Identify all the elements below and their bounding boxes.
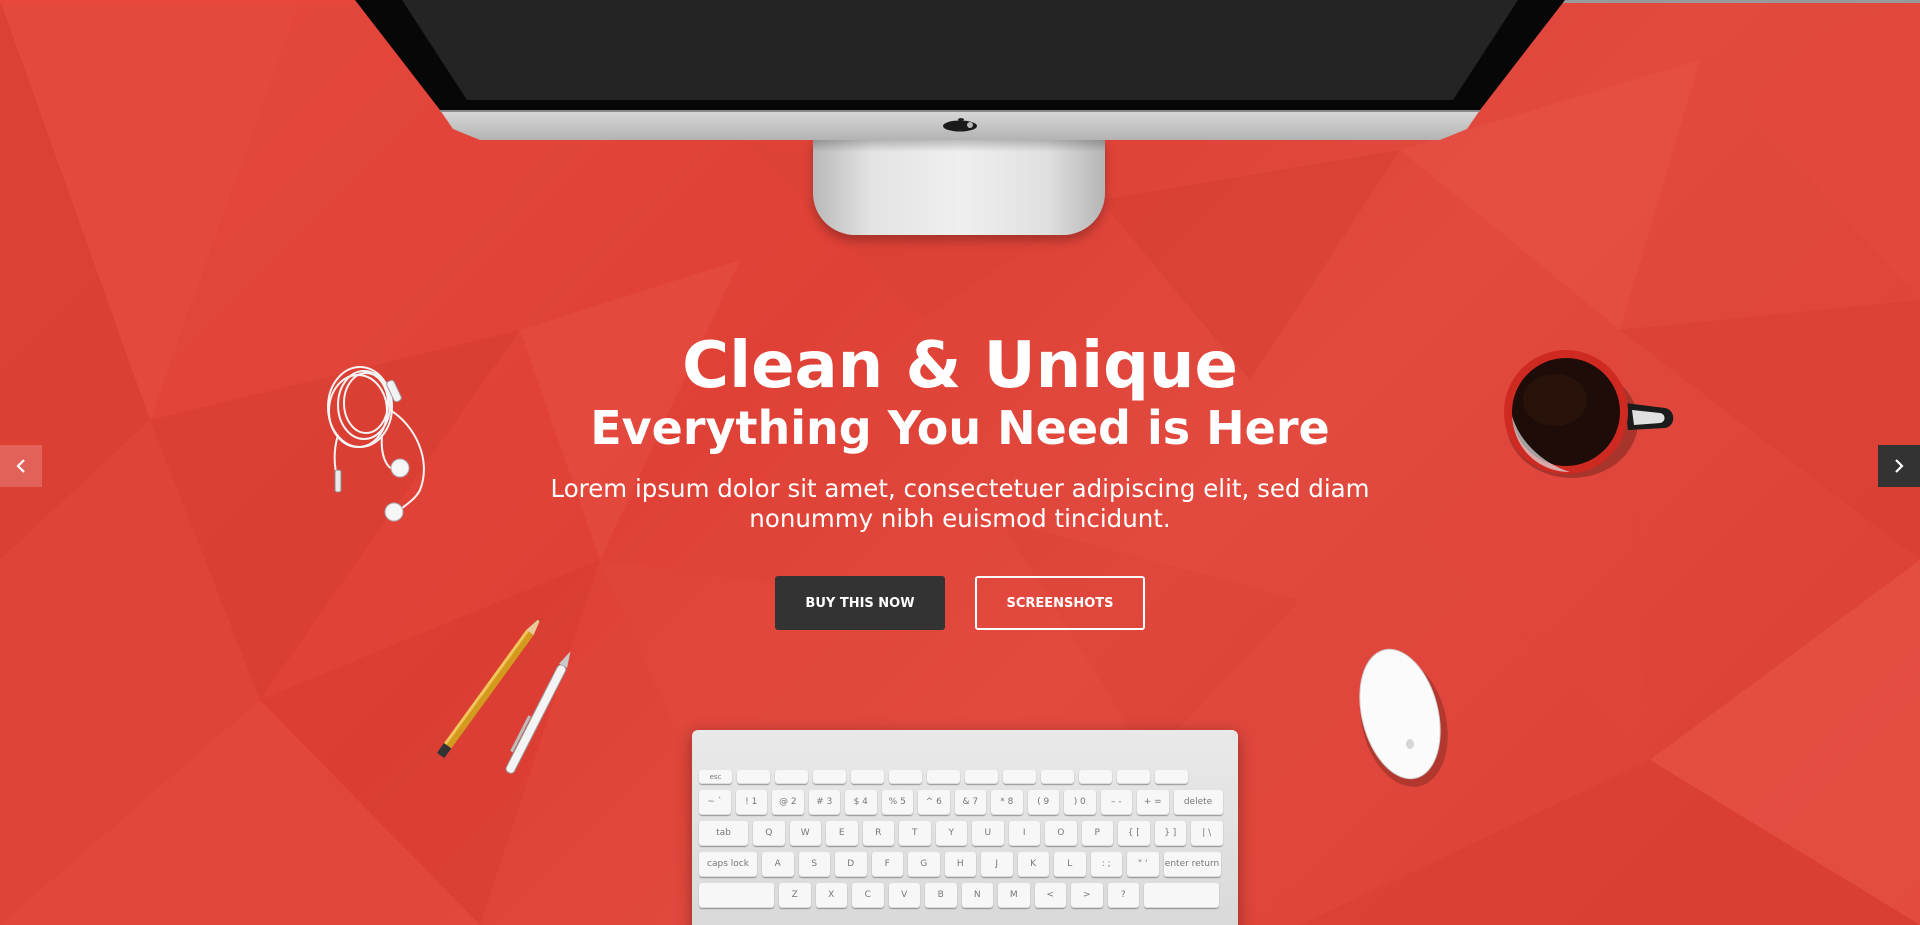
keyboard-key: – - [1100, 790, 1132, 815]
keyboard-key: T [899, 821, 931, 846]
keyboard-key: C [852, 883, 884, 908]
keyboard-key [889, 770, 922, 784]
hero-title: Clean & Unique [682, 329, 1238, 403]
chevron-left-icon [16, 459, 25, 473]
hero-content: Clean & Unique Everything You Need is He… [0, 330, 1920, 630]
keyboard-key: $ 4 [845, 790, 877, 815]
keyboard-key [1079, 770, 1112, 784]
keyboard-key: enter return [1163, 852, 1221, 877]
keyboard-image: esc ~ `! 1 @ 2 # 3 $ 4% 5 ^ 6 & 7 * 8( 9) 0– -… [692, 730, 1238, 925]
keyboard-key: I [1008, 821, 1040, 846]
keyboard-key: * 8 [991, 790, 1023, 815]
hero-buttons: BUY THIS NOW SCREENSHOTS [0, 576, 1920, 630]
keyboard-key: ^ 6 [918, 790, 950, 815]
hero-subtitle: Everything You Need is Here [590, 401, 1330, 455]
keyboard-key [1144, 883, 1219, 908]
keyboard-key [965, 770, 998, 784]
keyboard-key [813, 770, 846, 784]
keyboard-key: | \ [1191, 821, 1223, 846]
slider-next-button[interactable] [1878, 445, 1920, 487]
keyboard-key: { [ [1118, 821, 1150, 846]
keyboard-key [927, 770, 960, 784]
keyboard-key: S [798, 852, 830, 877]
keyboard-key [851, 770, 884, 784]
keyboard-key: B [925, 883, 957, 908]
keyboard-key: ( 9 [1027, 790, 1059, 815]
keyboard-key: " ' [1127, 852, 1159, 877]
keyboard-key: A [762, 852, 794, 877]
keyboard-key: : ; [1090, 852, 1122, 877]
keyboard-key: N [961, 883, 993, 908]
buy-now-button[interactable]: BUY THIS NOW [775, 576, 945, 630]
pencil-and-pen-image [436, 620, 571, 774]
keyboard-key: + = [1137, 790, 1169, 815]
keyboard-key: H [944, 852, 976, 877]
keyboard-key: < [1034, 883, 1066, 908]
hero-slider: esc ~ `! 1 @ 2 # 3 $ 4% 5 ^ 6 & 7 * 8( 9) 0– -… [0, 0, 1920, 925]
keyboard-key [1041, 770, 1074, 784]
keyboard-key: ) 0 [1064, 790, 1096, 815]
keyboard-key [1117, 770, 1150, 784]
keyboard-key: ? [1107, 883, 1139, 908]
apple-logo-icon [943, 118, 977, 132]
keyboard-key: R [862, 821, 894, 846]
keyboard-key [737, 770, 770, 784]
keyboard-key: caps lock [699, 852, 757, 877]
magic-mouse-image [1359, 648, 1448, 787]
keyboard-key: tab [699, 821, 748, 846]
slider-prev-button[interactable] [0, 445, 42, 487]
keyboard-key [775, 770, 808, 784]
chevron-right-icon [1895, 459, 1904, 473]
keyboard-key: P [1081, 821, 1113, 846]
keyboard-key: ~ ` [699, 790, 731, 815]
keyboard-key: L [1054, 852, 1086, 877]
keyboard-key: D [835, 852, 867, 877]
keyboard-key: Z [779, 883, 811, 908]
keyboard-key: K [1017, 852, 1049, 877]
keyboard-row-home: caps lock A S D F G H J K L: ; " ' enter return [699, 852, 1231, 877]
keyboard-row-bottom: Z X C V B N M < >? [699, 883, 1231, 908]
keyboard-key [1003, 770, 1036, 784]
keyboard-key: Y [935, 821, 967, 846]
keyboard-key: V [888, 883, 920, 908]
keyboard-key: O [1045, 821, 1077, 846]
keyboard-key: esc [699, 770, 732, 784]
keyboard-key: M [998, 883, 1030, 908]
keyboard-key [1155, 770, 1188, 784]
keyboard-row-function: esc [699, 770, 1231, 784]
keyboard-key: % 5 [881, 790, 913, 815]
keyboard-key: > [1071, 883, 1103, 908]
keyboard-key: W [789, 821, 821, 846]
keyboard-row-numbers: ~ `! 1 @ 2 # 3 $ 4% 5 ^ 6 & 7 * 8( 9) 0– - + = d… [699, 790, 1231, 815]
keyboard-key: X [815, 883, 847, 908]
hero-description: Lorem ipsum dolor sit amet, consectetuer… [550, 474, 1370, 533]
keyboard-key: @ 2 [772, 790, 804, 815]
keyboard-key: Q [753, 821, 785, 846]
keyboard-key: J [981, 852, 1013, 877]
keyboard-key [699, 883, 774, 908]
keyboard-key: F [871, 852, 903, 877]
keyboard-key: ! 1 [735, 790, 767, 815]
keyboard-key: U [972, 821, 1004, 846]
screenshots-button[interactable]: SCREENSHOTS [975, 576, 1145, 630]
keyboard-key: delete [1173, 790, 1223, 815]
keyboard-key: } ] [1154, 821, 1186, 846]
keyboard-key: E [826, 821, 858, 846]
keyboard-key: & 7 [954, 790, 986, 815]
keyboard-key: # 3 [808, 790, 840, 815]
keyboard-row-qwerty: tab Q W E R T Y U I O P{ [} ] | \ [699, 821, 1231, 846]
keyboard-key: G [908, 852, 940, 877]
